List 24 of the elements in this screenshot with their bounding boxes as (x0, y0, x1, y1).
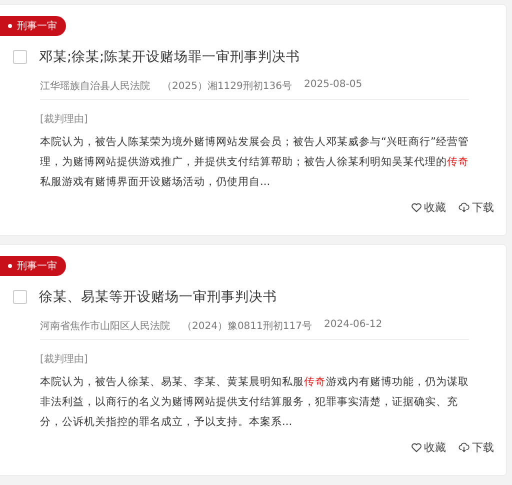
favorite-button[interactable]: 收藏 (411, 440, 446, 455)
download-button[interactable]: 下载 (458, 440, 494, 455)
document-title-link[interactable]: 徐某、易某等开设赌场一审刑事判决书 (39, 288, 277, 306)
case-number: （2024）豫0811刑初117号 (182, 320, 312, 333)
cloud-download-icon (458, 202, 470, 213)
checkbox[interactable] (13, 290, 27, 304)
category-tag: 刑事一审 (0, 256, 66, 276)
section-label: [裁判理由] (40, 112, 89, 126)
court-name: 江华瑶族自治县人民法院 (40, 80, 150, 93)
case-number: （2025）湘1129刑初136号 (162, 80, 292, 93)
judgment-date: 2025-08-05 (304, 79, 362, 92)
favorite-button[interactable]: 收藏 (411, 200, 446, 215)
section-label: [裁判理由] (40, 352, 89, 366)
checkbox[interactable] (13, 50, 27, 64)
heart-icon (411, 202, 422, 213)
category-tag: 刑事一审 (0, 16, 66, 36)
excerpt-text: 本院认为，被告人徐某、易某、李某、黄某晨明知私服传奇游戏内有赌博功能，仍为谋取非法利益，以商行的名义为赌博网站提供支付结算服务，犯罪事实清楚，证据确实、充分，公诉机关指控的罪名成立，予以支持。本案系... (40, 375, 470, 430)
judgment-date: 2024-06-12 (324, 319, 382, 332)
document-title-link[interactable]: 邓某;徐某;陈某开设赌场罪一审刑事判决书 (39, 48, 300, 66)
court-name: 河南省焦作市山阳区人民法院 (40, 320, 170, 333)
excerpt-text: 本院认为，被告人陈某荣为境外赌博网站发展会员；被告人邓某威参与“兴旺商行”经营管理，为赌博网站提供游戏推广，并提供支付结算帮助；被告人徐某利明知吴某代理的传奇 私服游戏有赌博界面开设赌场活动，仍使用自... (40, 135, 470, 190)
download-button[interactable]: 下载 (458, 200, 494, 215)
heart-icon (411, 442, 422, 453)
cloud-download-icon (458, 442, 470, 453)
